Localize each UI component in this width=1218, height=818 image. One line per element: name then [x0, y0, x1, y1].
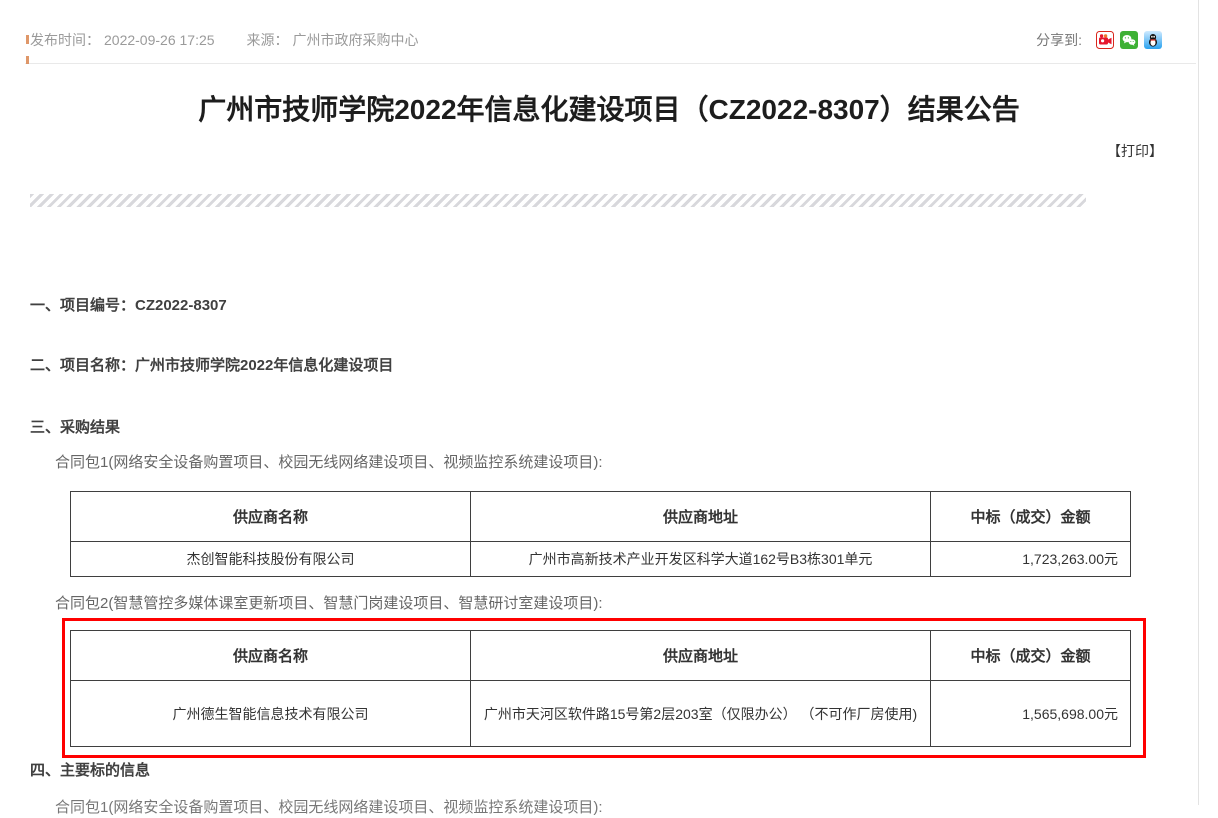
table-row: 广州德生智能信息技术有限公司 广州市天河区软件路15号第2层203室（仅限办公）…: [71, 681, 1131, 747]
supplier-name-cell: 杰创智能科技股份有限公司: [71, 542, 471, 577]
table-header-row: 供应商名称 供应商地址 中标（成交）金额: [71, 492, 1131, 542]
meta-divider: [25, 63, 1196, 64]
source-label: 来源：: [247, 32, 289, 48]
award-amount-cell: 1,565,698.00元: [931, 681, 1131, 747]
section-heading-project-name: 二、项目名称：广州市技师学院2022年信息化建设项目: [30, 356, 1218, 376]
supplier-address-cell: 广州市天河区软件路15号第2层203室（仅限办公） （不可作厂房使用): [471, 681, 931, 747]
page-right-border: [1198, 0, 1199, 805]
meta-bar: 发布时间：2022-09-26 17:25 来源：广州市政府采购中心 分享到:: [0, 0, 1218, 63]
column-header-award-amount: 中标（成交）金额: [931, 492, 1131, 542]
highlight-red-box: 供应商名称 供应商地址 中标（成交）金额 广州德生智能信息技术有限公司 广州市天…: [62, 618, 1146, 758]
supplier-name-cell: 广州德生智能信息技术有限公司: [71, 681, 471, 747]
qq-icon[interactable]: [1144, 31, 1162, 49]
supplier-address-cell: 广州市高新技术产业开发区科学大道162号B3栋301单元: [471, 542, 931, 577]
source-value: 广州市政府采购中心: [293, 32, 419, 48]
package1-result-table: 供应商名称 供应商地址 中标（成交）金额 杰创智能科技股份有限公司 广州市高新技…: [70, 491, 1131, 577]
package1-caption: 合同包1(网络安全设备购置项目、校园无线网络建设项目、视频监控系统建设项目):: [55, 453, 1218, 473]
section-heading-project-number: 一、项目编号：CZ2022-8307: [30, 296, 1218, 316]
left-edge-artifact: [26, 56, 29, 64]
print-button[interactable]: 【打印】: [1107, 143, 1163, 159]
left-edge-artifact: [26, 35, 29, 44]
table-header-row: 供应商名称 供应商地址 中标（成交）金额: [71, 631, 1131, 681]
package2-caption: 合同包2(智慧管控多媒体课室更新项目、智慧门岗建设项目、智慧研讨室建设项目):: [55, 594, 1218, 614]
section-heading-procurement-result: 三、采购结果: [30, 418, 1218, 438]
column-header-supplier-name: 供应商名称: [71, 631, 471, 681]
share-bar: 分享到:: [1036, 30, 1162, 50]
publish-time-label: 发布时间：: [30, 32, 100, 48]
column-header-award-amount: 中标（成交）金额: [931, 631, 1131, 681]
award-amount-cell: 1,723,263.00元: [931, 542, 1131, 577]
section-heading-main-subject-info: 四、主要标的信息: [30, 761, 1218, 781]
package2-result-table: 供应商名称 供应商地址 中标（成交）金额 广州德生智能信息技术有限公司 广州市天…: [70, 630, 1131, 747]
column-header-supplier-name: 供应商名称: [71, 492, 471, 542]
share-label: 分享到:: [1036, 30, 1082, 50]
publish-info: 发布时间：2022-09-26 17:25 来源：广州市政府采购中心: [30, 30, 423, 50]
column-header-supplier-address: 供应商地址: [471, 492, 931, 542]
print-row: 【打印】: [0, 141, 1218, 161]
wechat-icon[interactable]: [1120, 31, 1138, 49]
column-header-supplier-address: 供应商地址: [471, 631, 931, 681]
page-title: 广州市技师学院2022年信息化建设项目（CZ2022-8307）结果公告: [70, 93, 1148, 127]
weibo-icon[interactable]: [1096, 31, 1114, 49]
truncated-bottom-line: 合同包1(网络安全设备购置项目、校园无线网络建设项目、视频监控系统建设项目):: [55, 798, 1218, 818]
table-row: 杰创智能科技股份有限公司 广州市高新技术产业开发区科学大道162号B3栋301单…: [71, 542, 1131, 577]
hatched-divider: [30, 194, 1086, 207]
publish-time-value: 2022-09-26 17:25: [104, 32, 215, 48]
